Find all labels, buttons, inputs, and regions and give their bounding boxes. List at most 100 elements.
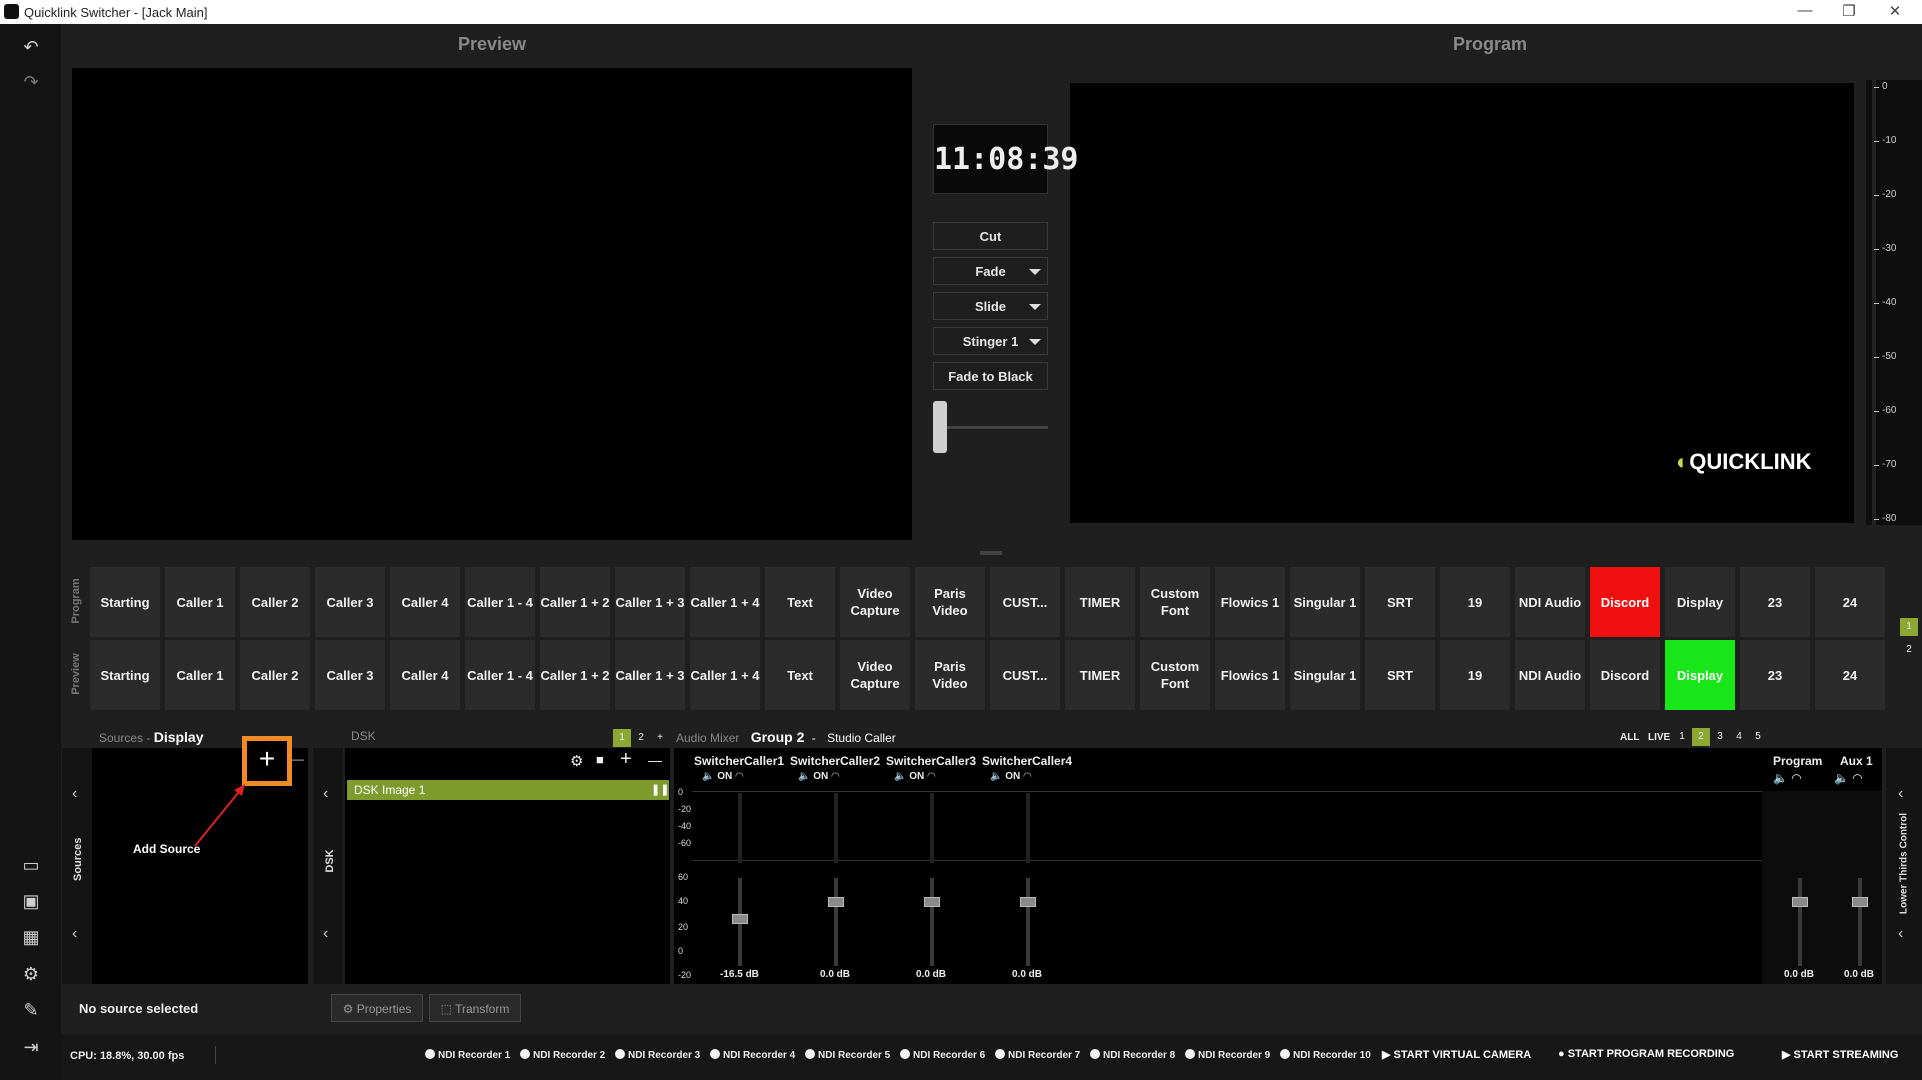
stinger-button[interactable]: Stinger 1 <box>933 327 1048 355</box>
source-button[interactable]: Text <box>765 567 835 637</box>
transform-button[interactable]: ⬚ Transform <box>429 994 521 1022</box>
source-button[interactable]: 19 <box>1440 567 1510 637</box>
source-button[interactable]: TIMER <box>1065 640 1135 710</box>
source-button[interactable]: Caller 1 + 2 <box>540 640 610 710</box>
fade-button[interactable]: Fade <box>933 257 1048 285</box>
add-dsk-button[interactable]: + <box>620 748 632 771</box>
ndi-recorder[interactable]: NDI Recorder 1 <box>425 1049 510 1061</box>
source-button[interactable]: Paris Video <box>915 640 985 710</box>
source-button[interactable]: Caller 1 + 3 <box>615 567 685 637</box>
page-tab-1[interactable]: 1 <box>1900 618 1918 636</box>
layout-icon[interactable]: ▦ <box>18 924 44 950</box>
ndi-recorder[interactable]: NDI Recorder 7 <box>995 1049 1080 1061</box>
chevron-left-icon[interactable]: ‹ <box>1898 785 1903 803</box>
properties-button[interactable]: ⚙ Properties <box>331 994 423 1022</box>
source-button[interactable]: Starting <box>90 567 160 637</box>
source-button[interactable]: Caller 1 - 4 <box>465 640 535 710</box>
settings-icon[interactable]: ⚙ <box>18 961 44 987</box>
source-button[interactable]: Video Capture <box>840 567 910 637</box>
speaker-icon[interactable]: 🔈 <box>702 771 714 782</box>
headphones-icon[interactable]: ◠ <box>1791 771 1801 785</box>
channel-fader-knob[interactable] <box>1020 897 1036 907</box>
channel-fader-knob[interactable] <box>732 914 748 924</box>
speaker-icon[interactable]: 🔈 <box>990 771 1002 782</box>
source-button[interactable]: TIMER <box>1065 567 1135 637</box>
audio-filter-3[interactable]: 3 <box>1711 728 1729 746</box>
source-button[interactable]: 24 <box>1815 640 1885 710</box>
source-button[interactable]: Caller 1 + 4 <box>690 567 760 637</box>
source-button[interactable]: SRT <box>1365 640 1435 710</box>
gear-icon[interactable]: ⚙ <box>570 752 583 770</box>
close-button[interactable]: ✕ <box>1880 2 1910 20</box>
channel-fader-knob[interactable] <box>828 897 844 907</box>
source-button[interactable]: Singular 1 <box>1290 640 1360 710</box>
source-button[interactable]: Display <box>1665 640 1735 710</box>
source-button[interactable]: Caller 1 + 2 <box>540 567 610 637</box>
fade-to-black-button[interactable]: Fade to Black <box>933 362 1048 390</box>
lower-thirds-label[interactable]: Lower Thirds Control <box>1899 804 1910 924</box>
multiview-icon[interactable]: ▣ <box>18 888 44 914</box>
preview-monitor[interactable] <box>72 68 912 540</box>
dsk-tab-1[interactable]: 1 <box>613 729 631 747</box>
chevron-left-icon[interactable]: ‹ <box>323 925 328 943</box>
program-monitor[interactable]: ◐QUICKLINK <box>1070 83 1854 523</box>
exit-icon[interactable]: ⇥ <box>18 1034 44 1060</box>
cut-button[interactable]: Cut <box>933 222 1048 250</box>
headphones-icon[interactable]: ◠ <box>1852 771 1862 785</box>
tools-icon[interactable]: ✎ <box>18 997 44 1023</box>
source-button[interactable]: 23 <box>1740 567 1810 637</box>
program-recording-button[interactable]: ● START PROGRAM RECORDING <box>1558 1048 1734 1060</box>
source-button[interactable]: Singular 1 <box>1290 567 1360 637</box>
ndi-recorder[interactable]: NDI Recorder 10 <box>1280 1049 1371 1061</box>
ndi-recorder[interactable]: NDI Recorder 3 <box>615 1049 700 1061</box>
source-button[interactable]: Caller 4 <box>390 567 460 637</box>
undo-icon[interactable]: ↶ <box>18 34 44 60</box>
channel-on-toggle[interactable]: ON <box>717 771 732 782</box>
source-button[interactable]: Flowics 1 <box>1215 640 1285 710</box>
source-button[interactable]: NDI Audio <box>1515 640 1585 710</box>
chevron-left-icon[interactable]: ‹ <box>323 785 328 803</box>
source-button[interactable]: Caller 2 <box>240 640 310 710</box>
channel-on-toggle[interactable]: ON <box>813 771 828 782</box>
chevron-left-icon[interactable]: ‹ <box>72 925 77 943</box>
audio-filter-live[interactable]: LIVE <box>1648 732 1670 743</box>
source-button[interactable]: 19 <box>1440 640 1510 710</box>
output-fader-knob[interactable] <box>1852 897 1868 907</box>
headphones-icon[interactable]: ◠ <box>831 771 840 782</box>
remove-source-button[interactable]: — <box>292 752 304 766</box>
redo-icon[interactable]: ↷ <box>18 69 44 95</box>
dsk-tab-add[interactable]: + <box>651 729 669 747</box>
source-button[interactable]: CUST... <box>990 567 1060 637</box>
source-button[interactable]: Flowics 1 <box>1215 567 1285 637</box>
ndi-recorder[interactable]: NDI Recorder 9 <box>1185 1049 1270 1061</box>
chevron-left-icon[interactable]: ‹ <box>1898 925 1903 943</box>
remove-dsk-button[interactable]: — <box>648 752 662 768</box>
source-button[interactable]: Discord <box>1590 567 1660 637</box>
splitter-handle[interactable] <box>980 551 1002 555</box>
audio-filter-all[interactable]: ALL <box>1620 732 1639 743</box>
source-button[interactable]: CUST... <box>990 640 1060 710</box>
source-button[interactable]: 24 <box>1815 567 1885 637</box>
audio-filter-2[interactable]: 2 <box>1692 728 1710 746</box>
source-button[interactable]: Caller 3 <box>315 640 385 710</box>
output-fader-knob[interactable] <box>1792 897 1808 907</box>
ndi-recorder[interactable]: NDI Recorder 2 <box>520 1049 605 1061</box>
source-button[interactable]: Discord <box>1590 640 1660 710</box>
maximize-button[interactable]: ❐ <box>1834 2 1864 20</box>
source-button[interactable]: Video Capture <box>840 640 910 710</box>
slide-button[interactable]: Slide <box>933 292 1048 320</box>
source-button[interactable]: Paris Video <box>915 567 985 637</box>
speaker-icon[interactable]: 🔈 <box>798 771 810 782</box>
tbar-handle[interactable] <box>933 401 947 453</box>
page-tab-2[interactable]: 2 <box>1900 641 1918 659</box>
ndi-recorder[interactable]: NDI Recorder 8 <box>1090 1049 1175 1061</box>
channel-on-toggle[interactable]: ON <box>1005 771 1020 782</box>
add-source-button[interactable]: + <box>253 742 281 776</box>
source-button[interactable]: Caller 1 + 4 <box>690 640 760 710</box>
channel-fader-knob[interactable] <box>924 897 940 907</box>
source-button[interactable]: Caller 2 <box>240 567 310 637</box>
speaker-icon[interactable]: 🔈 <box>894 771 906 782</box>
source-button[interactable]: Caller 1 <box>165 640 235 710</box>
source-button[interactable]: SRT <box>1365 567 1435 637</box>
source-button[interactable]: Starting <box>90 640 160 710</box>
